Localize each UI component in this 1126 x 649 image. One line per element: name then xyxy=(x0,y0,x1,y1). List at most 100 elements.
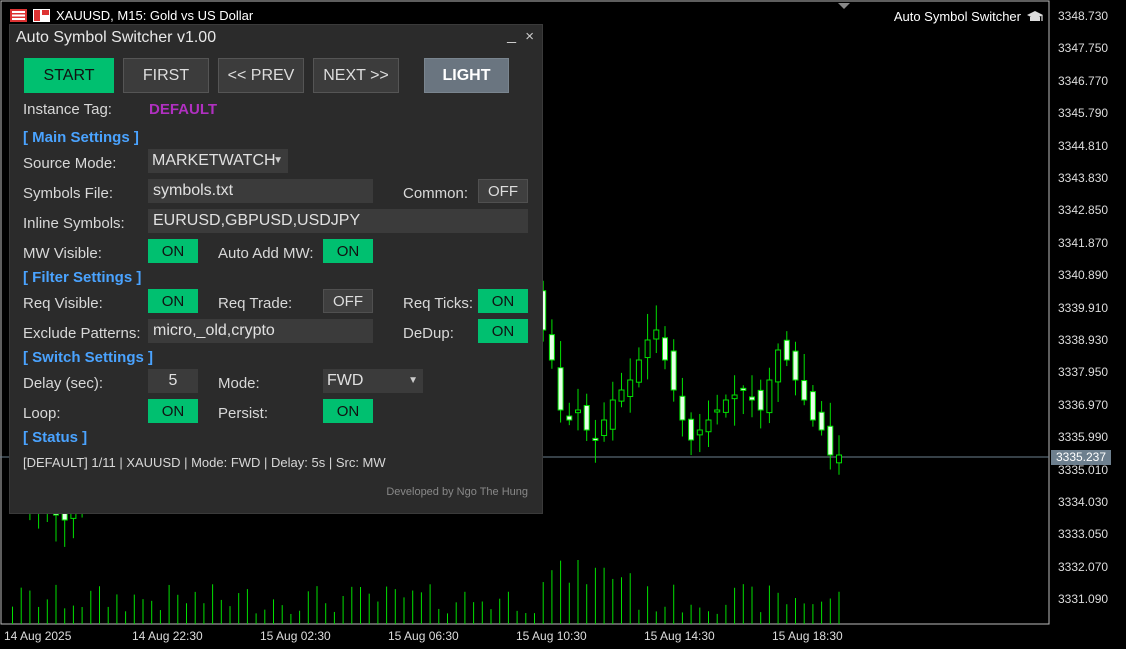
price-tick-label: 3332.070 xyxy=(1058,559,1109,574)
req-trade-label: Req Trade: xyxy=(218,295,293,312)
price-tick-label: 3343.830 xyxy=(1058,171,1109,185)
price-tick-label: 3337.950 xyxy=(1058,365,1109,380)
candle-body xyxy=(548,334,555,361)
ea-name-text: Auto Symbol Switcher xyxy=(893,9,1021,24)
candle-body xyxy=(557,367,564,411)
dedup-toggle[interactable]: ON xyxy=(478,319,528,343)
price-tick-label: 3331.090 xyxy=(1058,592,1109,607)
candle-body xyxy=(583,405,590,431)
candle-body xyxy=(766,379,773,414)
auto-symbol-switcher-panel[interactable]: Auto Symbol Switcher v1.00 _ × START FIR… xyxy=(9,24,543,514)
symbols-file-label: Symbols File: xyxy=(23,185,114,202)
persist-label: Persist: xyxy=(218,405,269,422)
chart-symbol-title: XAUUSD, M15: Gold vs US Dollar xyxy=(56,8,254,23)
close-button[interactable]: × xyxy=(525,28,534,45)
candle-body xyxy=(618,389,625,402)
status-header: [ Status ] xyxy=(23,429,88,446)
time-tick-label: 14 Aug 22:30 xyxy=(132,629,203,643)
price-tick-label: 3347.750 xyxy=(1058,41,1109,56)
persist-toggle[interactable]: ON xyxy=(323,399,373,423)
loop-toggle[interactable]: ON xyxy=(148,399,198,423)
symbols-file-input[interactable]: symbols.txt xyxy=(148,179,373,203)
time-tick-label: 15 Aug 10:30 xyxy=(516,629,587,643)
current-price-label: 3335.237 xyxy=(1051,450,1111,465)
source-mode-dropdown[interactable]: MARKETWATCH ▼ xyxy=(148,149,288,173)
ea-name-label: Auto Symbol Switcher xyxy=(894,9,1044,24)
exclude-patterns-input[interactable]: micro,_old,crypto xyxy=(148,319,373,343)
chart-settings-icon[interactable] xyxy=(33,9,50,22)
next-button[interactable]: NEXT >> xyxy=(313,58,399,93)
price-tick-label: 3341.870 xyxy=(1058,235,1109,250)
candle-body xyxy=(679,395,686,421)
mode-dropdown[interactable]: FWD ▼ xyxy=(323,369,423,393)
price-tick-label: 3348.730 xyxy=(1058,9,1109,23)
main-settings-header: [ Main Settings ] xyxy=(23,129,139,146)
candle-body xyxy=(601,419,608,437)
delay-input[interactable]: 5 xyxy=(148,369,198,393)
candle-body xyxy=(836,454,842,464)
candle-body xyxy=(644,339,651,359)
req-ticks-toggle[interactable]: ON xyxy=(478,289,528,313)
graduation-cap-icon[interactable] xyxy=(1026,10,1044,24)
req-visible-toggle[interactable]: ON xyxy=(148,289,198,313)
minimize-button[interactable]: _ xyxy=(507,27,516,45)
candle-body xyxy=(609,399,616,430)
common-toggle[interactable]: OFF xyxy=(478,179,528,203)
candle-body xyxy=(688,418,695,441)
chart-header: XAUUSD, M15: Gold vs US Dollar xyxy=(10,8,253,23)
candle-body xyxy=(627,379,634,398)
status-text: [DEFAULT] 1/11 | XAUUSD | Mode: FWD | De… xyxy=(23,455,386,470)
delay-label: Delay (sec): xyxy=(23,375,104,392)
exclude-patterns-label: Exclude Patterns: xyxy=(23,325,141,342)
price-tick-label: 3342.850 xyxy=(1058,203,1109,218)
price-tick-label: 3336.970 xyxy=(1058,397,1109,412)
candle-body xyxy=(818,411,825,431)
time-tick-label: 15 Aug 18:30 xyxy=(772,629,843,643)
candle-body xyxy=(635,359,642,383)
candle-body xyxy=(731,394,738,400)
req-trade-toggle[interactable]: OFF xyxy=(323,289,373,313)
switch-settings-header: [ Switch Settings ] xyxy=(23,349,154,366)
inline-symbols-input[interactable]: EURUSD,GBPUSD,USDJPY xyxy=(148,209,528,233)
first-button[interactable]: FIRST xyxy=(123,58,209,93)
req-ticks-label: Req Ticks: xyxy=(403,295,474,312)
candle-body xyxy=(740,387,747,391)
inline-symbols-label: Inline Symbols: xyxy=(23,215,125,232)
theme-toggle-button[interactable]: LIGHT xyxy=(424,58,509,93)
time-tick-label: 14 Aug 2025 xyxy=(4,629,72,643)
start-button[interactable]: START xyxy=(24,58,114,93)
candle-body xyxy=(653,329,660,340)
mode-label: Mode: xyxy=(218,375,260,392)
candle-body xyxy=(801,380,808,401)
source-mode-value: MARKETWATCH xyxy=(152,152,276,169)
prev-button[interactable]: << PREV xyxy=(218,58,304,93)
candle-body xyxy=(783,339,790,361)
candle-body xyxy=(809,391,816,421)
candle-body xyxy=(592,437,599,441)
candle-body xyxy=(827,425,834,456)
auto-add-mw-toggle[interactable]: ON xyxy=(323,239,373,263)
common-label: Common: xyxy=(403,185,469,202)
time-tick-label: 15 Aug 06:30 xyxy=(388,629,459,643)
candle-body xyxy=(722,399,729,413)
candle-body xyxy=(662,337,668,361)
chart-menu-icon[interactable] xyxy=(10,9,27,22)
price-tick-label: 3339.910 xyxy=(1058,300,1109,315)
candle-body xyxy=(792,350,799,381)
candle-body xyxy=(575,409,581,414)
mw-visible-toggle[interactable]: ON xyxy=(148,239,198,263)
instance-tag-label: Instance Tag: xyxy=(23,101,112,118)
panel-title[interactable]: Auto Symbol Switcher v1.00 xyxy=(16,29,216,47)
price-tick-label: 3334.030 xyxy=(1058,495,1109,509)
price-tick-label: 3338.930 xyxy=(1058,333,1109,347)
time-tick-label: 15 Aug 02:30 xyxy=(260,629,331,643)
candle-body xyxy=(749,396,755,401)
credit-text: Developed by Ngo The Hung xyxy=(386,486,528,498)
price-tick-label: 3345.790 xyxy=(1058,106,1109,121)
candle-body xyxy=(775,349,782,383)
candle-body xyxy=(757,389,764,411)
price-tick-label: 3340.890 xyxy=(1058,268,1109,283)
dedup-label: DeDup: xyxy=(403,325,454,342)
req-visible-label: Req Visible: xyxy=(23,295,103,312)
candle-body xyxy=(714,409,721,413)
